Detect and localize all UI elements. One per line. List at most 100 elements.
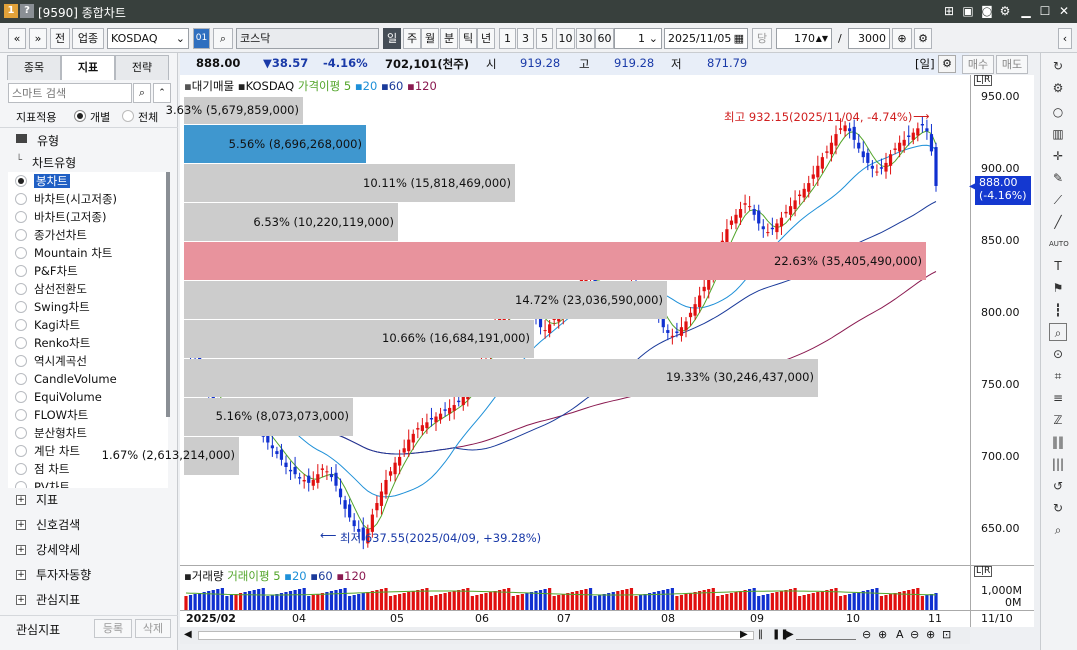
- zoom-in-icon[interactable]: ⊕: [878, 628, 887, 641]
- minute-step-60[interactable]: 60: [595, 28, 614, 49]
- search-icon[interactable]: ⌕: [213, 28, 233, 49]
- chart-type-item[interactable]: 분산형차트: [15, 424, 87, 442]
- marker-icon[interactable]: ⚑: [1049, 279, 1067, 297]
- period-button-0[interactable]: 일: [383, 28, 401, 49]
- search-icon[interactable]: ⌕: [133, 83, 151, 103]
- period-button-1[interactable]: 주: [403, 28, 421, 49]
- chart-type-item[interactable]: Kagi차트: [15, 316, 80, 334]
- zoom-out-icon[interactable]: ⊖: [862, 628, 871, 641]
- price-axis[interactable]: L|R 950.00 900.00 850.00 800.00 750.00 700.00…: [969, 75, 1034, 565]
- period-lines-icon[interactable]: |||: [1049, 455, 1067, 473]
- chart-scrollbar[interactable]: ◀ ▶ ‖ ❚❚ ▶ ⊖ ⊕ A ⊖ ⊕ ⊡: [180, 627, 970, 644]
- axis-lr-toggle[interactable]: L|R: [974, 75, 993, 86]
- chart-type-item[interactable]: EquiVolume: [15, 388, 102, 406]
- volume-chart[interactable]: ▪거래량 거래이평 5 ▪20 ▪60 ▪120: [180, 565, 970, 610]
- vol-axis-lr-toggle[interactable]: L|R: [974, 566, 993, 577]
- chart-type-item[interactable]: 봉차트: [15, 172, 70, 190]
- zoom-slider[interactable]: [796, 631, 856, 640]
- period-button-3[interactable]: 분: [440, 28, 458, 49]
- link-icon[interactable]: ⊞: [941, 3, 957, 19]
- fit-icon[interactable]: ⊡: [942, 628, 951, 641]
- scroll-track[interactable]: [198, 631, 754, 640]
- chart-type-item[interactable]: FLOW차트: [15, 406, 88, 424]
- chart-type-group[interactable]: 차트유형: [32, 154, 76, 171]
- period-button-4[interactable]: 틱: [459, 28, 477, 49]
- list-scrollbar[interactable]: [166, 172, 170, 417]
- period-button-2[interactable]: 월: [421, 28, 439, 49]
- save-icon[interactable]: ▣: [960, 3, 976, 19]
- minute-step-1[interactable]: 1: [499, 28, 516, 49]
- minute-step-3[interactable]: 3: [517, 28, 534, 49]
- chart-type-item[interactable]: Renko차트: [15, 334, 90, 352]
- indicator-group[interactable]: + 관심지표: [16, 590, 80, 610]
- scroll-left-icon[interactable]: ◀: [184, 629, 192, 640]
- tab-indicators[interactable]: 지표: [61, 55, 115, 80]
- minute-step-30[interactable]: 30: [576, 28, 595, 49]
- settings-icon[interactable]: ⚙: [1049, 79, 1067, 97]
- register-button[interactable]: 등록: [94, 619, 132, 638]
- chart-type-item[interactable]: 역시계곡선: [15, 352, 87, 370]
- redo-icon[interactable]: ↻: [1049, 499, 1067, 517]
- index-code-select[interactable]: KOSDAQ ⌄: [107, 28, 189, 49]
- indicator-group[interactable]: + 지표: [16, 490, 58, 510]
- gann-icon[interactable]: ℤ: [1049, 411, 1067, 429]
- help-icon[interactable]: ?: [20, 4, 34, 18]
- circle-icon[interactable]: ○: [1049, 103, 1067, 121]
- pen-icon[interactable]: ✎: [1049, 169, 1067, 187]
- indicator-group[interactable]: + 신호검색: [16, 515, 80, 535]
- sell-button[interactable]: 매도: [996, 55, 1028, 74]
- chart-type-item[interactable]: 삼선전환도: [15, 280, 87, 298]
- price-chart[interactable]: ▪대기매물 ▪KOSDAQ 가격이평 5 ▪20 ▪60 ▪120 3.63% …: [102, 75, 970, 565]
- chart-type-item[interactable]: 계단 차트: [15, 442, 80, 460]
- minute-step-10[interactable]: 10: [556, 28, 575, 49]
- cycle-icon[interactable]: ‖‖: [1049, 433, 1067, 451]
- smart-search-input[interactable]: [8, 83, 132, 103]
- tab-strategy[interactable]: 전략: [115, 55, 169, 80]
- delete-button[interactable]: 삭제: [135, 619, 171, 638]
- nav-menu-button[interactable]: »: [29, 28, 47, 49]
- radio-individual[interactable]: [74, 110, 86, 122]
- zoom-tool-icon[interactable]: ⊙: [1049, 345, 1067, 363]
- bars-stepper[interactable]: 170 ▲▼: [776, 28, 832, 49]
- trendline-icon[interactable]: ╱: [1049, 213, 1067, 231]
- crosshair-icon[interactable]: ✛: [1049, 147, 1067, 165]
- period-button-5[interactable]: 년: [477, 28, 495, 49]
- maximize-icon[interactable]: ☐: [1037, 3, 1053, 19]
- expand-icon[interactable]: ⊕: [926, 628, 935, 641]
- nav-prev-button[interactable]: «: [8, 28, 26, 49]
- fibonacci-icon[interactable]: ≡: [1049, 389, 1067, 407]
- refresh-icon[interactable]: ↻: [1049, 57, 1067, 75]
- chart-type-item[interactable]: Swing차트: [15, 298, 90, 316]
- tab-stocks[interactable]: 종목: [7, 55, 61, 80]
- search-icon[interactable]: ⌕: [1049, 521, 1067, 539]
- chart-type-item[interactable]: 바차트(시고저종): [15, 190, 117, 208]
- all-button[interactable]: 전: [50, 28, 70, 49]
- magnifier-icon[interactable]: ⌕: [1049, 323, 1067, 341]
- gear-icon[interactable]: ⚙: [914, 28, 932, 49]
- close-icon[interactable]: ✕: [1056, 3, 1072, 19]
- scroll-right-icon[interactable]: ▶: [740, 629, 748, 640]
- chart-type-item[interactable]: 바차트(고저종): [15, 208, 106, 226]
- scroll-pause-icon[interactable]: ‖: [758, 629, 763, 640]
- minute-step-5[interactable]: 5: [536, 28, 553, 49]
- smart-search-textbox[interactable]: [9, 84, 129, 102]
- chart-type-item[interactable]: CandleVolume: [15, 370, 117, 388]
- collapse-icon[interactable]: ‹: [1058, 28, 1072, 49]
- chart-type-item[interactable]: P&F차트: [15, 262, 78, 280]
- auto-line-icon[interactable]: AUTO: [1049, 235, 1069, 253]
- measure-icon[interactable]: ⌗: [1049, 367, 1067, 385]
- undo-icon[interactable]: ↺: [1049, 477, 1067, 495]
- chart-bar-icon[interactable]: ▥: [1049, 125, 1067, 143]
- minimize-icon[interactable]: ▁: [1018, 3, 1034, 19]
- type-header[interactable]: 유형: [37, 132, 59, 149]
- chart-type-item[interactable]: 종가선차트: [15, 226, 87, 244]
- sector-button[interactable]: 업종: [72, 28, 104, 49]
- chart-type-item[interactable]: 점 차트: [15, 460, 69, 478]
- radio-all[interactable]: [122, 110, 134, 122]
- current-button[interactable]: 당: [752, 28, 772, 49]
- gear-icon[interactable]: ⚙: [938, 55, 956, 73]
- camera-icon[interactable]: ◙: [979, 3, 995, 19]
- buy-button[interactable]: 매수: [962, 55, 994, 74]
- text-tool-icon[interactable]: T: [1049, 257, 1067, 275]
- indicator-group[interactable]: + 강세약세: [16, 540, 80, 560]
